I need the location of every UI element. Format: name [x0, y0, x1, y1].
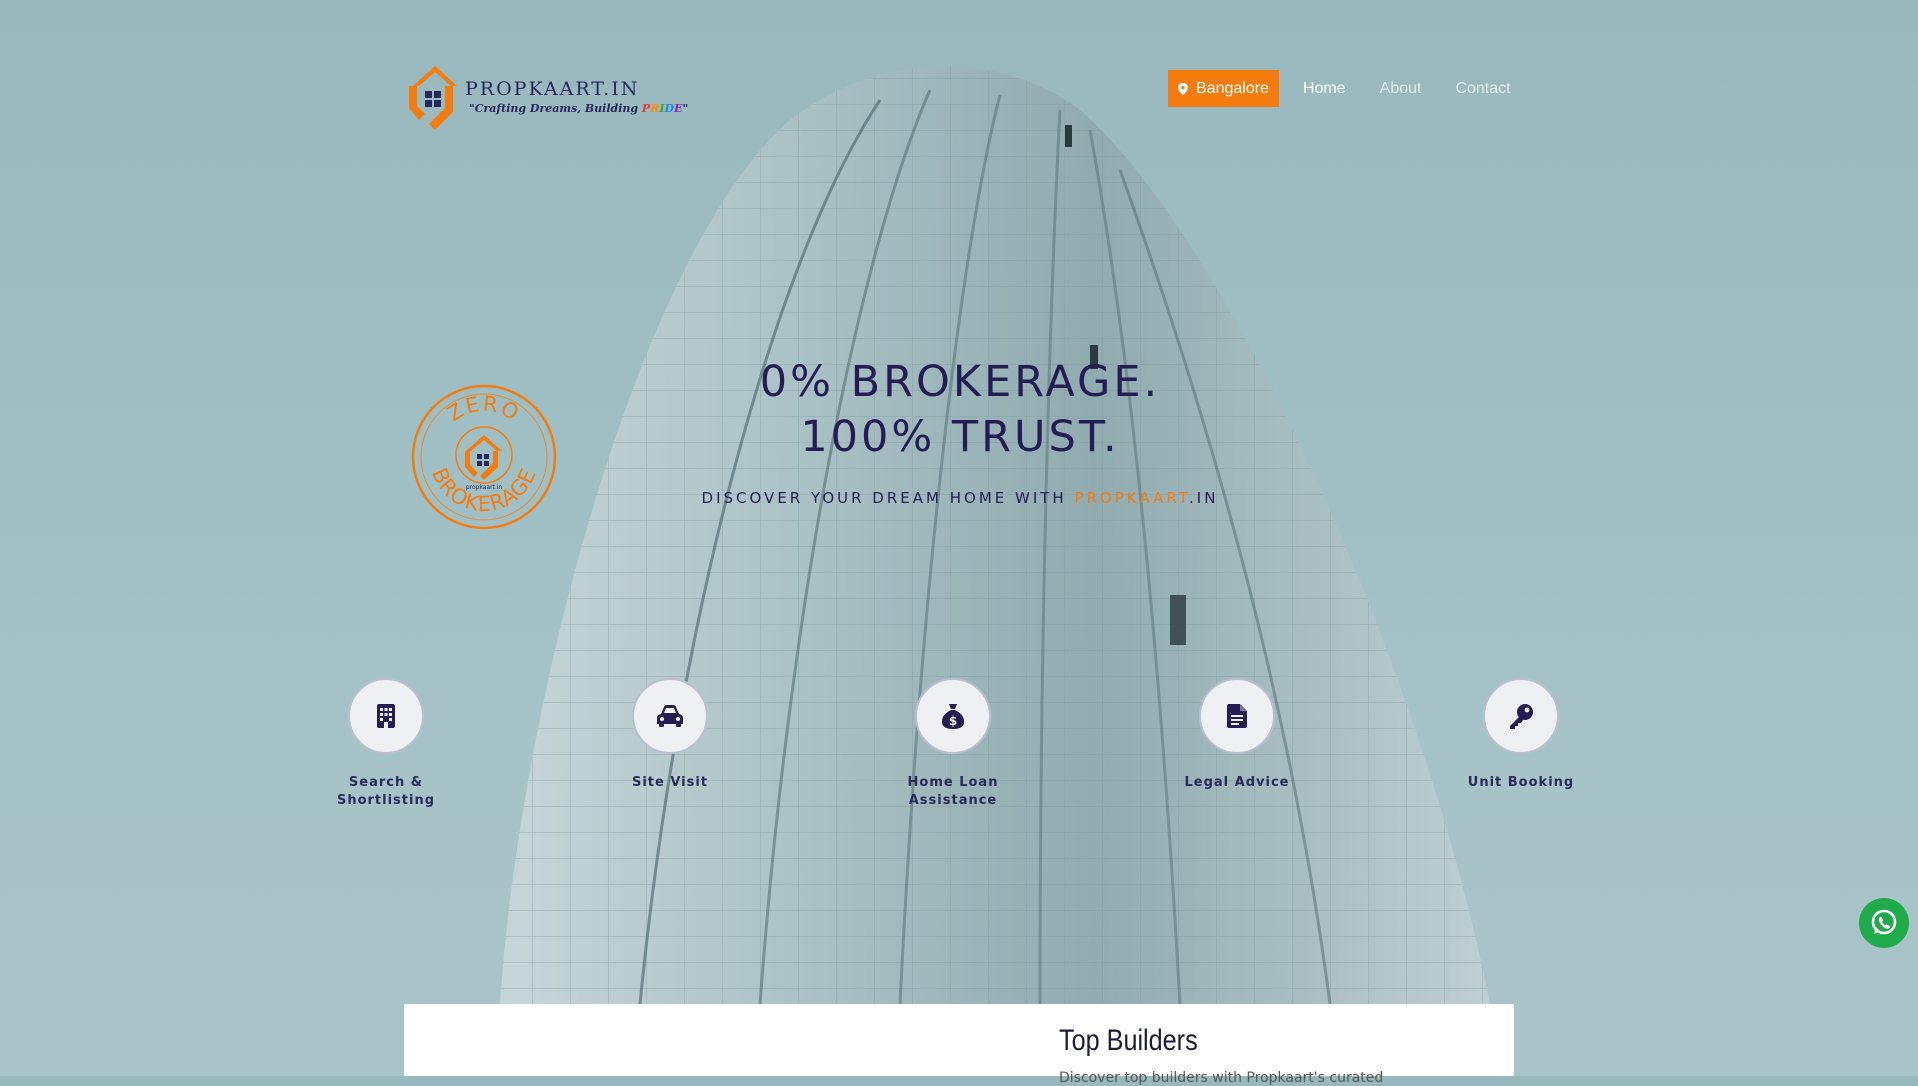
section-description: Discover top builders with Propkaart's c…: [1059, 1070, 1384, 1086]
service-icon-circle[interactable]: [632, 678, 708, 754]
nav-link-contact[interactable]: Contact: [1455, 80, 1510, 98]
tower-background-image: [500, 66, 1490, 1005]
badge-house-icon: [455, 426, 513, 484]
hero-headline-line1: 0% BROKERAGE.: [759, 357, 1161, 407]
service-site-visit[interactable]: Site Visit: [595, 678, 745, 792]
section-title: Top Builders: [1059, 1024, 1198, 1057]
service-label: Home Loan Assistance: [907, 775, 999, 808]
money-bag-icon: $: [941, 704, 965, 729]
svg-text:$: $: [949, 714, 957, 728]
service-label: Site Visit: [631, 775, 709, 790]
nav-link-about[interactable]: About: [1380, 80, 1422, 98]
brand-tagline: "Crafting Dreams, Building PRIDE": [469, 102, 689, 115]
brand-name: PROPKAART.IN: [465, 78, 640, 100]
whatsapp-button[interactable]: [1859, 898, 1909, 948]
hero-subtitle: DISCOVER YOUR DREAM HOME WITH PROPKAART.…: [701, 489, 1219, 507]
building-icon: [377, 704, 395, 728]
badge-top-text: ZERO: [443, 391, 524, 426]
service-label: Unit Booking: [1467, 775, 1575, 790]
service-icon-circle[interactable]: [1199, 678, 1275, 754]
map-pin-icon: [1178, 82, 1188, 95]
whatsapp-icon: [1871, 909, 1897, 935]
service-home-loan-assistance[interactable]: $ Home Loan Assistance: [878, 678, 1028, 810]
car-icon: [657, 705, 683, 727]
propkaart-logo[interactable]: PROPKAART.IN "Crafting Dreams, Building …: [405, 62, 688, 138]
document-icon: [1227, 704, 1247, 728]
key-icon: [1510, 704, 1533, 729]
hero-headline-line2: 100% TRUST.: [800, 412, 1120, 462]
service-label: Search & Shortlisting: [336, 775, 436, 808]
house-logo-icon: [409, 66, 457, 130]
service-icon-circle[interactable]: [348, 678, 424, 754]
service-label: Legal Advice: [1184, 775, 1290, 790]
top-builders-section: Top Builders Discover top builders with …: [404, 1004, 1514, 1086]
hero-section: [0, 0, 1918, 1076]
service-icon-circle[interactable]: $: [915, 678, 991, 754]
service-icon-circle[interactable]: [1483, 678, 1559, 754]
badge-small-text: propkaart.in: [466, 484, 503, 491]
zero-brokerage-badge: ZERO BROKERAGE propkaart.in: [411, 384, 557, 530]
location-label: Bangalore: [1196, 79, 1269, 97]
location-button[interactable]: Bangalore: [1168, 70, 1279, 107]
main-nav: Bangalore Home About Contact: [1168, 70, 1511, 107]
nav-link-home[interactable]: Home: [1303, 80, 1346, 98]
service-legal-advice[interactable]: Legal Advice: [1162, 678, 1312, 792]
service-unit-booking[interactable]: Unit Booking: [1446, 678, 1596, 792]
service-search-shortlisting[interactable]: Search & Shortlisting: [311, 678, 461, 810]
